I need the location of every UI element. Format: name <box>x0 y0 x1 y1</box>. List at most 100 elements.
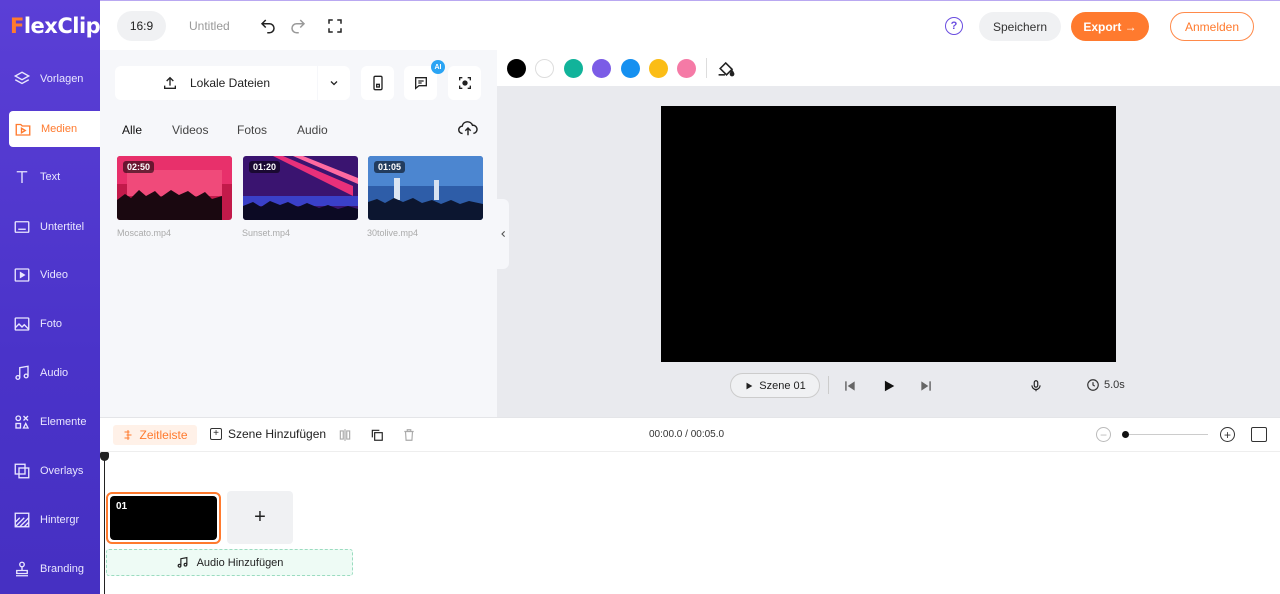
sidebar-item-branding[interactable]: Branding <box>0 551 100 587</box>
background-icon <box>12 510 32 530</box>
phone-icon <box>372 75 383 91</box>
sidebar-item-text[interactable]: Text <box>0 159 100 195</box>
login-button[interactable]: Anmelden <box>1170 12 1254 41</box>
media-name: Sunset.mp4 <box>242 228 291 238</box>
help-icon[interactable]: ? <box>945 17 963 35</box>
play-scene-button[interactable]: Szene 01 <box>730 373 820 398</box>
add-audio-track[interactable]: Audio Hinzufügen <box>106 549 353 576</box>
divider <box>706 58 707 78</box>
cloud-upload-icon[interactable] <box>457 119 479 137</box>
screen-record-button[interactable] <box>448 66 481 100</box>
sidebar-item-medien[interactable]: Medien <box>9 111 100 147</box>
record-icon <box>458 77 471 89</box>
scene-clip-01[interactable]: 01 <box>106 492 221 544</box>
tab-alle[interactable]: Alle <box>122 123 142 137</box>
color-swatch-black[interactable] <box>507 59 526 78</box>
sidebar-item-label: Elemente <box>40 416 87 428</box>
undo-icon[interactable] <box>258 16 278 36</box>
music-note-icon <box>12 363 32 383</box>
flexclip-logo[interactable]: FlexClip <box>10 14 101 38</box>
color-swatch-pink[interactable] <box>677 59 696 78</box>
sidebar: FlexClip Vorlagen Medien Text Untertitel… <box>0 0 101 594</box>
sidebar-item-audio[interactable]: Audio <box>0 355 100 391</box>
zoom-slider-track[interactable] <box>1124 434 1208 435</box>
timeline: Zeitleiste + Szene Hinzufügen 00:00.0 / … <box>100 417 1280 594</box>
export-button[interactable]: Export → <box>1071 12 1149 41</box>
sidebar-item-foto[interactable]: Foto <box>0 306 100 342</box>
sidebar-item-label: Vorlagen <box>40 73 84 85</box>
upload-local-files-button[interactable]: Lokale Dateien <box>115 66 317 100</box>
ai-badge: AI <box>431 60 445 74</box>
collapse-panel-button[interactable] <box>497 199 509 269</box>
paint-bucket-icon[interactable] <box>717 59 736 78</box>
upload-icon <box>163 76 176 89</box>
stamp-icon <box>12 559 32 579</box>
add-scene-button[interactable]: + Szene Hinzufügen <box>210 427 326 441</box>
top-header: 16:9 Untitled ? Speichern Export → Anmel… <box>100 0 1280 50</box>
add-clip-button[interactable]: + <box>227 491 293 544</box>
flexclip-editor: FlexClip Vorlagen Medien Text Untertitel… <box>0 0 1280 594</box>
tab-videos[interactable]: Videos <box>172 123 208 137</box>
color-swatch-purple[interactable] <box>592 59 611 78</box>
fit-timeline-icon[interactable] <box>1251 427 1267 442</box>
chevron-left-icon <box>500 230 505 238</box>
play-icon[interactable] <box>881 378 897 394</box>
project-title[interactable]: Untitled <box>189 19 230 33</box>
clock-icon <box>1087 379 1099 391</box>
playhead-line[interactable] <box>104 454 105 594</box>
sidebar-item-label: Video <box>40 269 68 281</box>
scene-label: Szene 01 <box>759 379 806 392</box>
chevron-down-icon <box>330 81 338 86</box>
video-canvas[interactable] <box>661 106 1116 362</box>
sidebar-item-elemente[interactable]: Elemente <box>0 404 100 440</box>
media-thumb-moscato[interactable]: 02:50 <box>117 156 232 220</box>
skip-forward-icon[interactable] <box>918 378 934 394</box>
zoom-in-icon[interactable]: + <box>1220 427 1235 442</box>
subtitle-icon <box>12 217 32 237</box>
ai-subtitle-button[interactable]: AI <box>404 60 445 100</box>
color-toolbar <box>497 50 1280 86</box>
tab-audio[interactable]: Audio <box>297 123 328 137</box>
redo-icon[interactable] <box>288 16 308 36</box>
media-thumb-sunset[interactable]: 01:20 <box>243 156 358 220</box>
sidebar-item-label: Hintergr <box>40 514 80 526</box>
sidebar-item-label: Overlays <box>40 465 84 477</box>
color-swatch-teal[interactable] <box>564 59 583 78</box>
media-name: 30tolive.mp4 <box>367 228 419 238</box>
save-button[interactable]: Speichern <box>979 12 1061 41</box>
color-swatch-blue[interactable] <box>621 59 640 78</box>
microphone-icon[interactable] <box>1028 378 1044 394</box>
sidebar-item-video[interactable]: Video <box>0 257 100 293</box>
media-thumb-30tolive[interactable]: 01:05 <box>368 156 483 220</box>
duplicate-icon[interactable] <box>370 428 384 442</box>
zoom-slider-handle[interactable] <box>1122 431 1129 438</box>
elements-icon <box>12 412 32 432</box>
upload-dropdown-button[interactable] <box>318 66 350 100</box>
tab-fotos[interactable]: Fotos <box>237 123 267 137</box>
split-icon[interactable] <box>338 428 352 442</box>
zoom-out-icon[interactable]: − <box>1096 427 1111 442</box>
timeline-tab[interactable]: Zeitleiste <box>113 425 197 445</box>
aspect-ratio-button[interactable]: 16:9 <box>117 11 166 41</box>
fullscreen-icon[interactable] <box>325 16 345 36</box>
canvas-stage: Szene 01 5.0s <box>497 50 1280 417</box>
text-icon <box>12 167 32 187</box>
sidebar-item-overlays[interactable]: Overlays <box>0 453 100 489</box>
color-swatch-white[interactable] <box>535 59 554 78</box>
overlay-icon <box>12 461 32 481</box>
trash-icon[interactable] <box>402 428 416 442</box>
color-swatch-yellow[interactable] <box>649 59 668 78</box>
sidebar-item-label: Text <box>40 171 61 183</box>
media-name: Moscato.mp4 <box>117 228 172 238</box>
scene-duration[interactable]: 5.0s <box>1086 378 1125 392</box>
add-box-icon: + <box>210 428 222 440</box>
scene-number: 01 <box>116 501 128 512</box>
sidebar-item-vorlagen[interactable]: Vorlagen <box>0 61 100 97</box>
skip-back-icon[interactable] <box>842 378 858 394</box>
sidebar-item-hintergrund[interactable]: Hintergr <box>0 502 100 538</box>
sidebar-item-untertitel[interactable]: Untertitel <box>0 209 100 245</box>
sidebar-item-label: Untertitel <box>40 221 85 233</box>
playhead-handle[interactable] <box>100 452 109 461</box>
sidebar-item-label: Foto <box>40 318 63 330</box>
phone-upload-button[interactable] <box>361 66 394 100</box>
